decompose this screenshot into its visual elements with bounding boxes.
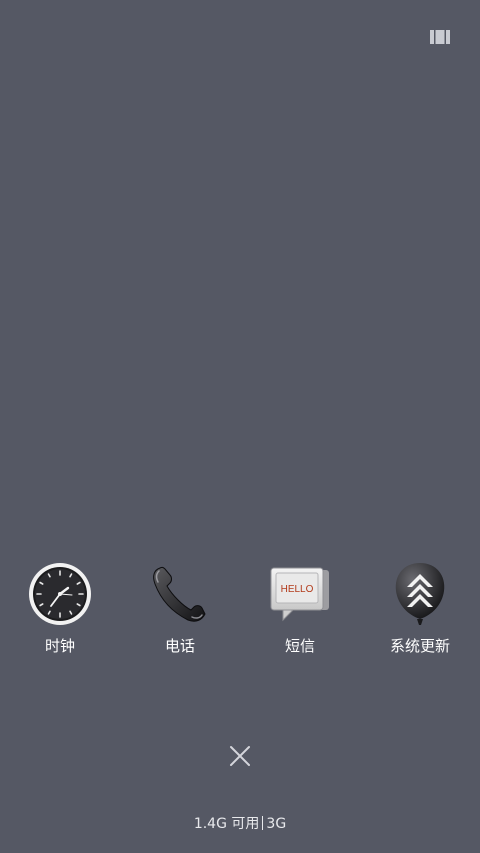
recent-app-system-update[interactable]: 系统更新 <box>360 560 480 670</box>
layout-toggle-button[interactable] <box>428 28 452 48</box>
close-icon <box>229 745 251 771</box>
system-update-icon <box>386 560 454 628</box>
memory-divider <box>262 816 264 830</box>
messages-icon: HELLO <box>266 560 334 628</box>
app-label-clock: 时钟 <box>44 637 75 655</box>
clear-all-button[interactable] <box>222 740 258 776</box>
app-label-messages: 短信 <box>284 637 315 655</box>
clock-icon <box>26 560 94 628</box>
memory-status: 1.4G 可用 3G <box>0 814 480 834</box>
messages-icon-text: HELLO <box>281 584 314 595</box>
network-type-text: 3G <box>266 816 287 832</box>
recent-app-messages[interactable]: HELLO 短信 <box>240 560 360 670</box>
recent-apps-row: 时钟 电话 HELLO 短信 系统更新 <box>0 560 480 670</box>
app-label-phone: 电话 <box>164 637 195 655</box>
phone-icon <box>146 560 214 628</box>
memory-available-text: 1.4G 可用 <box>193 816 260 832</box>
grid-view-icon <box>430 29 450 48</box>
recent-app-clock[interactable]: 时钟 <box>0 560 120 670</box>
recent-app-phone[interactable]: 电话 <box>120 560 240 670</box>
app-label-system-update: 系统更新 <box>389 637 450 655</box>
